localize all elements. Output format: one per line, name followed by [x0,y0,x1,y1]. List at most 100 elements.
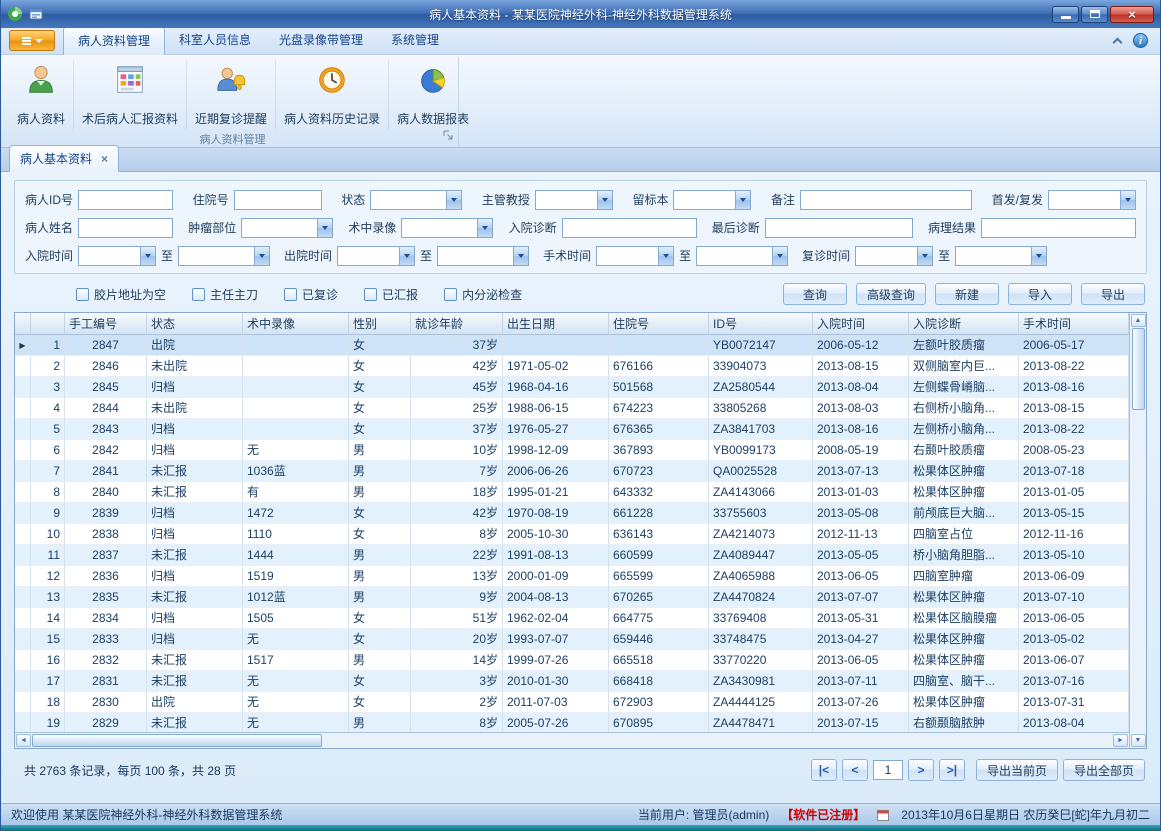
grid-cell[interactable]: 女 [349,335,411,356]
grid-cell[interactable]: 674223 [609,398,709,419]
checkbox-endocrine-exam[interactable]: 内分泌检查 [444,286,522,303]
dropdown-arrow-icon[interactable] [1031,247,1046,265]
grid-row[interactable]: 42844未出院女25岁1988-06-15674223338052682013… [15,398,1129,419]
grid-cell[interactable]: 2013-08-03 [813,398,909,419]
dialog-launcher-icon[interactable] [443,130,454,144]
grid-cell[interactable]: 2013-06-05 [813,650,909,671]
grid-row[interactable]: 82840未汇报有男18岁1995-01-21643332ZA414306620… [15,482,1129,503]
grid-cell[interactable]: 18 [31,692,65,713]
grid-cell[interactable]: 1472 [243,503,349,524]
quick-access-icon[interactable] [29,7,43,21]
ribbon-tab-patient-management[interactable]: 病人资料管理 [63,27,165,55]
grid-row[interactable]: 182830出院无女2岁2011-07-03672903ZA4444125201… [15,692,1129,713]
grid-cell[interactable]: ZA3841703 [709,419,813,440]
grid-cell[interactable] [503,335,609,356]
grid-cell[interactable]: 男 [349,713,411,732]
dropdown-arrow-icon[interactable] [1120,191,1135,209]
grid-cell[interactable]: 2013-08-16 [1019,377,1129,398]
grid-cell[interactable]: 1970-08-19 [503,503,609,524]
grid-cell[interactable]: 归档 [147,440,243,461]
grid-cell[interactable]: 2835 [65,587,147,608]
grid-cell[interactable]: 2013-06-09 [1019,566,1129,587]
surgery-time-to-select[interactable] [696,246,788,266]
grid-column-header[interactable]: 入院时间 [813,313,909,334]
grid-cell[interactable]: 2004-08-13 [503,587,609,608]
grid-cell[interactable]: 未汇报 [147,587,243,608]
row-indicator[interactable] [15,482,31,503]
grid-cell[interactable]: ZA3430981 [709,671,813,692]
grid-cell[interactable]: 2013-07-16 [1019,671,1129,692]
grid-cell[interactable]: 2013-05-02 [1019,629,1129,650]
grid-row[interactable]: 122836归档1519男13岁2000-01-09665599ZA406598… [15,566,1129,587]
patient-name-input[interactable] [78,218,173,238]
grid-cell[interactable]: 2013-08-16 [813,419,909,440]
scroll-left-icon[interactable]: ◄ [16,734,31,747]
grid-cell[interactable]: 665518 [609,650,709,671]
grid-cell[interactable]: 松果体区肿瘤 [909,482,1019,503]
checkbox-chief-surgeon[interactable]: 主任主刀 [192,286,258,303]
grid-cell[interactable]: 12 [31,566,65,587]
row-indicator[interactable] [15,503,31,524]
grid-cell[interactable]: 2005-10-30 [503,524,609,545]
export-all-pages-button[interactable]: 导出全部页 [1063,759,1145,781]
grid-cell[interactable]: 670265 [609,587,709,608]
page-number-input[interactable] [873,760,903,780]
grid-cell[interactable]: 女 [349,671,411,692]
grid-cell[interactable]: 670723 [609,461,709,482]
grid-cell[interactable]: 松果体区肿瘤 [909,650,1019,671]
checkbox-icon[interactable] [444,288,457,301]
first-page-button[interactable]: |< [811,759,837,781]
grid-column-header[interactable]: 手术时间 [1019,313,1129,334]
grid-cell[interactable]: 前颅底巨大脑... [909,503,1019,524]
grid-cell[interactable]: 33769408 [709,608,813,629]
grid-cell[interactable]: 2839 [65,503,147,524]
grid-cell[interactable]: 2841 [65,461,147,482]
row-indicator[interactable] [15,608,31,629]
export-button[interactable]: 导出 [1081,283,1145,305]
grid-cell[interactable]: 665599 [609,566,709,587]
row-indicator[interactable]: ▶ [15,335,31,356]
grid-row[interactable]: 102838归档1110女8岁2005-10-30636143ZA4214073… [15,524,1129,545]
grid-cell[interactable]: 14岁 [411,650,503,671]
patient-id-input[interactable] [78,190,173,210]
checkbox-icon[interactable] [364,288,377,301]
grid-cell[interactable]: 10岁 [411,440,503,461]
grid-cell[interactable]: 未汇报 [147,482,243,503]
grid-cell[interactable]: 1 [31,335,65,356]
dropdown-arrow-icon[interactable] [254,247,269,265]
grid-cell[interactable]: 归档 [147,629,243,650]
grid-cell[interactable] [243,335,349,356]
grid-cell[interactable]: 2847 [65,335,147,356]
grid-cell[interactable]: 2013-05-31 [813,608,909,629]
row-indicator[interactable] [15,650,31,671]
grid-cell[interactable]: 出院 [147,692,243,713]
grid-cell[interactable]: 女 [349,377,411,398]
grid-cell[interactable]: 松果体区肿瘤 [909,587,1019,608]
grid-cell[interactable]: 1519 [243,566,349,587]
grid-cell[interactable]: 四脑室、脑干... [909,671,1019,692]
grid-cell[interactable]: ZA4214073 [709,524,813,545]
grid-cell[interactable]: 668418 [609,671,709,692]
grid-cell[interactable]: 2013-08-22 [1019,356,1129,377]
grid-cell[interactable]: 33748475 [709,629,813,650]
grid-cell[interactable]: 2013-08-22 [1019,419,1129,440]
grid-cell[interactable]: 女 [349,524,411,545]
grid-cell[interactable]: QA0025528 [709,461,813,482]
grid-row[interactable]: 62842归档无男10岁1998-12-09367893YB0099173200… [15,440,1129,461]
grid-cell[interactable]: 1110 [243,524,349,545]
grid-cell[interactable]: 11 [31,545,65,566]
grid-cell[interactable]: 2011-07-03 [503,692,609,713]
grid-cell[interactable]: 659446 [609,629,709,650]
grid-cell[interactable]: 20岁 [411,629,503,650]
grid-cell[interactable]: 女 [349,503,411,524]
ribbon-tab-department-staff[interactable]: 科室人员信息 [165,27,265,54]
grid-cell[interactable]: 2008-05-23 [1019,440,1129,461]
grid-cell[interactable]: 双侧脑室内巨... [909,356,1019,377]
grid-column-header[interactable]: 就诊年龄 [411,313,503,334]
dropdown-arrow-icon[interactable] [917,247,932,265]
grid-column-header[interactable]: 术中录像 [243,313,349,334]
grid-cell[interactable]: 归档 [147,524,243,545]
grid-row[interactable]: 72841未汇报1036蓝男7岁2006-06-26670723QA002552… [15,461,1129,482]
grid-cell[interactable]: 5 [31,419,65,440]
export-current-page-button[interactable]: 导出当前页 [976,759,1058,781]
